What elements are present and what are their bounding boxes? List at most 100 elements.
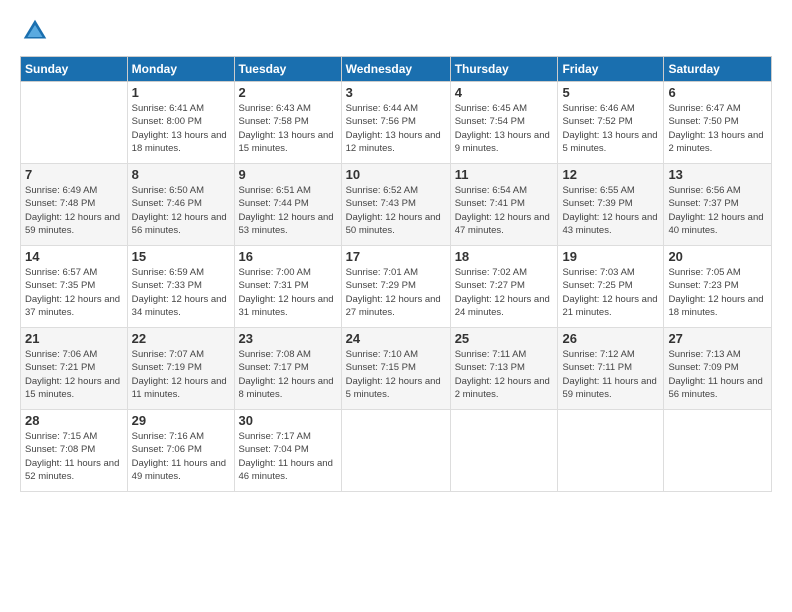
day-info: Sunrise: 7:01 AM Sunset: 7:29 PM Dayligh… bbox=[346, 266, 446, 319]
calendar-cell: 6 Sunrise: 6:47 AM Sunset: 7:50 PM Daylig… bbox=[664, 82, 772, 164]
day-number: 1 bbox=[132, 85, 230, 100]
calendar-cell: 4 Sunrise: 6:45 AM Sunset: 7:54 PM Daylig… bbox=[450, 82, 558, 164]
day-info: Sunrise: 7:03 AM Sunset: 7:25 PM Dayligh… bbox=[562, 266, 659, 319]
day-number: 4 bbox=[455, 85, 554, 100]
calendar-cell: 21Sunrise: 7:06 AM Sunset: 7:21 PM Dayli… bbox=[21, 328, 128, 410]
weekday-header-friday: Friday bbox=[558, 57, 664, 82]
day-info: Sunrise: 6:51 AM Sunset: 7:44 PM Dayligh… bbox=[239, 184, 337, 237]
day-info: Sunrise: 6:45 AM Sunset: 7:54 PM Dayligh… bbox=[455, 102, 554, 155]
calendar-cell: 23 Sunrise: 7:08 AM Sunset: 7:17 PM Dayli… bbox=[234, 328, 341, 410]
day-number: 21 bbox=[25, 331, 123, 346]
calendar-cell bbox=[21, 82, 128, 164]
calendar-cell: 8 Sunrise: 6:50 AM Sunset: 7:46 PM Daylig… bbox=[127, 164, 234, 246]
day-info: Sunrise: 7:10 AM Sunset: 7:15 PM Dayligh… bbox=[346, 348, 446, 401]
day-number: 24 bbox=[346, 331, 446, 346]
calendar-cell: 3 Sunrise: 6:44 AM Sunset: 7:56 PM Daylig… bbox=[341, 82, 450, 164]
day-info: Sunrise: 7:16 AM Sunset: 7:06 PM Dayligh… bbox=[132, 430, 230, 483]
calendar: SundayMondayTuesdayWednesdayThursdayFrid… bbox=[20, 56, 772, 492]
day-number: 25 bbox=[455, 331, 554, 346]
calendar-cell bbox=[450, 410, 558, 492]
calendar-cell: 7 Sunrise: 6:49 AM Sunset: 7:48 PM Daylig… bbox=[21, 164, 128, 246]
day-number: 30 bbox=[239, 413, 337, 428]
day-info: Sunrise: 7:07 AM Sunset: 7:19 PM Dayligh… bbox=[132, 348, 230, 401]
calendar-cell: 24 Sunrise: 7:10 AM Sunset: 7:15 PM Dayli… bbox=[341, 328, 450, 410]
week-row-4: 21Sunrise: 7:06 AM Sunset: 7:21 PM Dayli… bbox=[21, 328, 772, 410]
day-number: 12 bbox=[562, 167, 659, 182]
day-info: Sunrise: 7:05 AM Sunset: 7:23 PM Dayligh… bbox=[668, 266, 767, 319]
calendar-cell: 17 Sunrise: 7:01 AM Sunset: 7:29 PM Dayli… bbox=[341, 246, 450, 328]
day-number: 14 bbox=[25, 249, 123, 264]
calendar-cell: 13 Sunrise: 6:56 AM Sunset: 7:37 PM Dayli… bbox=[664, 164, 772, 246]
calendar-cell bbox=[341, 410, 450, 492]
calendar-cell: 1Sunrise: 6:41 AM Sunset: 8:00 PM Daylig… bbox=[127, 82, 234, 164]
day-info: Sunrise: 7:17 AM Sunset: 7:04 PM Dayligh… bbox=[239, 430, 337, 483]
calendar-cell: 5 Sunrise: 6:46 AM Sunset: 7:52 PM Daylig… bbox=[558, 82, 664, 164]
weekday-header-monday: Monday bbox=[127, 57, 234, 82]
calendar-cell: 10 Sunrise: 6:52 AM Sunset: 7:43 PM Dayli… bbox=[341, 164, 450, 246]
day-info: Sunrise: 7:08 AM Sunset: 7:17 PM Dayligh… bbox=[239, 348, 337, 401]
day-number: 27 bbox=[668, 331, 767, 346]
week-row-5: 28Sunrise: 7:15 AM Sunset: 7:08 PM Dayli… bbox=[21, 410, 772, 492]
week-row-1: 1Sunrise: 6:41 AM Sunset: 8:00 PM Daylig… bbox=[21, 82, 772, 164]
calendar-cell: 26 Sunrise: 7:12 AM Sunset: 7:11 PM Dayli… bbox=[558, 328, 664, 410]
day-number: 23 bbox=[239, 331, 337, 346]
calendar-cell: 19 Sunrise: 7:03 AM Sunset: 7:25 PM Dayli… bbox=[558, 246, 664, 328]
day-number: 16 bbox=[239, 249, 337, 264]
calendar-cell: 20 Sunrise: 7:05 AM Sunset: 7:23 PM Dayli… bbox=[664, 246, 772, 328]
day-info: Sunrise: 7:02 AM Sunset: 7:27 PM Dayligh… bbox=[455, 266, 554, 319]
calendar-cell: 22 Sunrise: 7:07 AM Sunset: 7:19 PM Dayli… bbox=[127, 328, 234, 410]
calendar-cell: 30 Sunrise: 7:17 AM Sunset: 7:04 PM Dayli… bbox=[234, 410, 341, 492]
calendar-cell: 29 Sunrise: 7:16 AM Sunset: 7:06 PM Dayli… bbox=[127, 410, 234, 492]
day-info: Sunrise: 6:57 AM Sunset: 7:35 PM Dayligh… bbox=[25, 266, 123, 319]
day-info: Sunrise: 6:56 AM Sunset: 7:37 PM Dayligh… bbox=[668, 184, 767, 237]
week-row-3: 14 Sunrise: 6:57 AM Sunset: 7:35 PM Dayli… bbox=[21, 246, 772, 328]
day-info: Sunrise: 6:52 AM Sunset: 7:43 PM Dayligh… bbox=[346, 184, 446, 237]
day-info: Sunrise: 6:46 AM Sunset: 7:52 PM Dayligh… bbox=[562, 102, 659, 155]
day-number: 10 bbox=[346, 167, 446, 182]
day-info: Sunrise: 7:00 AM Sunset: 7:31 PM Dayligh… bbox=[239, 266, 337, 319]
day-number: 7 bbox=[25, 167, 123, 182]
day-number: 22 bbox=[132, 331, 230, 346]
day-info: Sunrise: 6:49 AM Sunset: 7:48 PM Dayligh… bbox=[25, 184, 123, 237]
calendar-cell: 18 Sunrise: 7:02 AM Sunset: 7:27 PM Dayli… bbox=[450, 246, 558, 328]
day-info: Sunrise: 6:50 AM Sunset: 7:46 PM Dayligh… bbox=[132, 184, 230, 237]
day-info: Sunrise: 7:13 AM Sunset: 7:09 PM Dayligh… bbox=[668, 348, 767, 401]
calendar-cell: 25 Sunrise: 7:11 AM Sunset: 7:13 PM Dayli… bbox=[450, 328, 558, 410]
day-number: 20 bbox=[668, 249, 767, 264]
day-number: 8 bbox=[132, 167, 230, 182]
page: SundayMondayTuesdayWednesdayThursdayFrid… bbox=[0, 0, 792, 612]
calendar-cell bbox=[558, 410, 664, 492]
day-number: 18 bbox=[455, 249, 554, 264]
day-info: Sunrise: 7:12 AM Sunset: 7:11 PM Dayligh… bbox=[562, 348, 659, 401]
day-info: Sunrise: 6:44 AM Sunset: 7:56 PM Dayligh… bbox=[346, 102, 446, 155]
calendar-cell: 14 Sunrise: 6:57 AM Sunset: 7:35 PM Dayli… bbox=[21, 246, 128, 328]
day-number: 29 bbox=[132, 413, 230, 428]
calendar-cell: 2 Sunrise: 6:43 AM Sunset: 7:58 PM Daylig… bbox=[234, 82, 341, 164]
calendar-cell: 28Sunrise: 7:15 AM Sunset: 7:08 PM Dayli… bbox=[21, 410, 128, 492]
day-number: 17 bbox=[346, 249, 446, 264]
weekday-header-row: SundayMondayTuesdayWednesdayThursdayFrid… bbox=[21, 57, 772, 82]
week-row-2: 7 Sunrise: 6:49 AM Sunset: 7:48 PM Daylig… bbox=[21, 164, 772, 246]
day-number: 13 bbox=[668, 167, 767, 182]
day-info: Sunrise: 6:47 AM Sunset: 7:50 PM Dayligh… bbox=[668, 102, 767, 155]
day-number: 2 bbox=[239, 85, 337, 100]
day-number: 19 bbox=[562, 249, 659, 264]
day-number: 5 bbox=[562, 85, 659, 100]
day-number: 6 bbox=[668, 85, 767, 100]
calendar-cell: 9 Sunrise: 6:51 AM Sunset: 7:44 PM Daylig… bbox=[234, 164, 341, 246]
day-info: Sunrise: 6:43 AM Sunset: 7:58 PM Dayligh… bbox=[239, 102, 337, 155]
day-number: 9 bbox=[239, 167, 337, 182]
calendar-cell bbox=[664, 410, 772, 492]
logo-icon bbox=[20, 16, 50, 46]
header bbox=[20, 16, 772, 46]
day-info: Sunrise: 7:11 AM Sunset: 7:13 PM Dayligh… bbox=[455, 348, 554, 401]
day-info: Sunrise: 7:15 AM Sunset: 7:08 PM Dayligh… bbox=[25, 430, 123, 483]
day-number: 15 bbox=[132, 249, 230, 264]
day-number: 26 bbox=[562, 331, 659, 346]
calendar-cell: 11Sunrise: 6:54 AM Sunset: 7:41 PM Dayli… bbox=[450, 164, 558, 246]
calendar-cell: 15 Sunrise: 6:59 AM Sunset: 7:33 PM Dayli… bbox=[127, 246, 234, 328]
calendar-cell: 12Sunrise: 6:55 AM Sunset: 7:39 PM Dayli… bbox=[558, 164, 664, 246]
day-info: Sunrise: 6:59 AM Sunset: 7:33 PM Dayligh… bbox=[132, 266, 230, 319]
logo bbox=[20, 16, 54, 46]
day-number: 3 bbox=[346, 85, 446, 100]
